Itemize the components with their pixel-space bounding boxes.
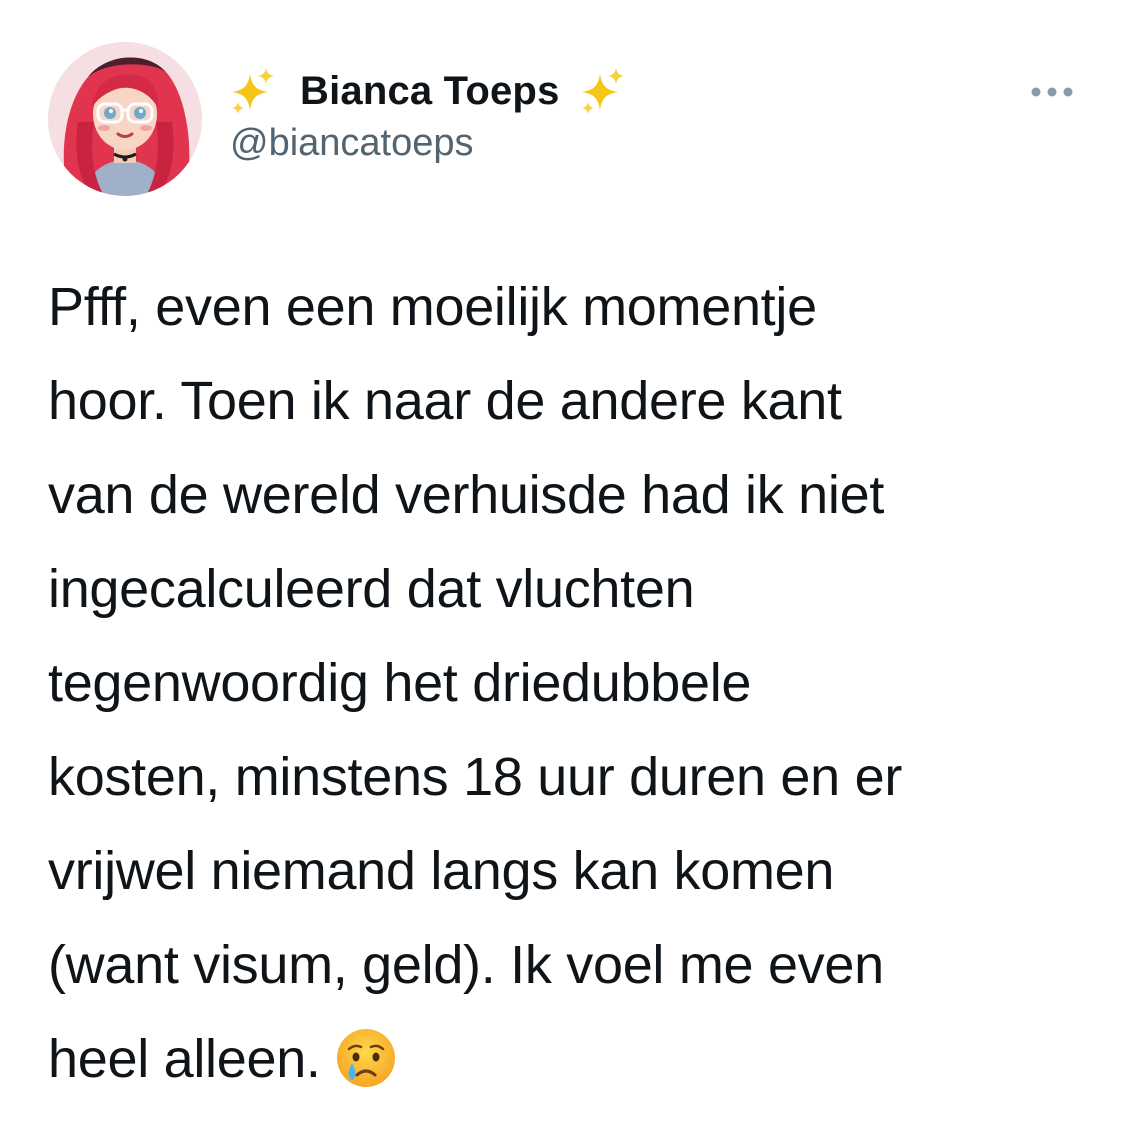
tweet-text-last-line: heel alleen.	[48, 1012, 1088, 1106]
tweet-text-line: tegenwoordig het driedubbele	[48, 653, 752, 713]
tweet-text-line: ingecalculeerd dat vluchten	[48, 559, 695, 619]
tweet-text-line: kosten, minstens 18 uur duren en er	[48, 747, 903, 807]
avatar[interactable]	[48, 42, 202, 196]
avatar-illustration	[48, 42, 202, 196]
tweet-text-line: van de wereld verhuisde had ik niet	[48, 465, 885, 525]
tweet-text: Pfff, even een moeilijk momentje hoor. T…	[48, 260, 1088, 1106]
tweet-text-line: vrijwel niemand langs kan komen	[48, 841, 835, 901]
tweet-text-line: hoor. Toen ik naar de andere kant	[48, 371, 842, 431]
more-horizontal-icon[interactable]	[1028, 80, 1076, 104]
user-handle[interactable]: @biancatoeps	[230, 122, 628, 165]
crying-face-icon	[335, 1027, 397, 1089]
display-name-row[interactable]: Bianca Toeps	[228, 64, 628, 118]
tweet-text-line: (want visum, geld). Ik voel me even	[48, 935, 884, 995]
display-name: Bianca Toeps	[300, 68, 560, 113]
tweet-text-line: Pfff, even een moeilijk momentje	[48, 277, 817, 337]
sparkles-icon	[228, 66, 278, 116]
tweet-text-line: heel alleen.	[48, 1029, 321, 1089]
tweet: Bianca Toeps @biancatoeps Pfff, even een…	[0, 0, 1124, 1138]
sparkles-icon	[578, 66, 628, 116]
user-names: Bianca Toeps @biancatoeps	[228, 64, 628, 165]
